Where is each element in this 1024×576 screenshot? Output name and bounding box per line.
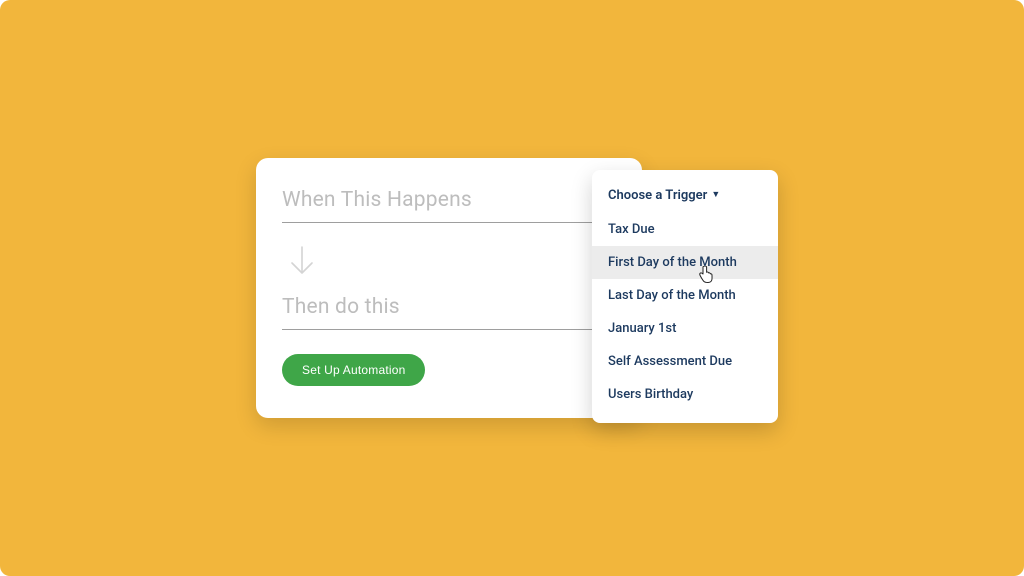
then-do-this-section[interactable]: Then do this bbox=[282, 295, 616, 330]
when-this-happens-section[interactable]: When This Happens bbox=[282, 188, 616, 223]
dropdown-item-last-day-of-month[interactable]: Last Day of the Month bbox=[592, 279, 778, 312]
dropdown-item-label: Self Assessment Due bbox=[608, 354, 732, 369]
dropdown-header-label: Choose a Trigger bbox=[608, 188, 707, 203]
dropdown-item-first-day-of-month[interactable]: First Day of the Month bbox=[592, 246, 778, 279]
arrow-down-icon bbox=[282, 245, 616, 277]
then-label: Then do this bbox=[282, 295, 616, 319]
dropdown-item-tax-due[interactable]: Tax Due bbox=[592, 213, 778, 246]
caret-down-icon: ▼ bbox=[711, 191, 720, 200]
set-up-automation-button[interactable]: Set Up Automation bbox=[282, 354, 425, 386]
dropdown-item-users-birthday[interactable]: Users Birthday bbox=[592, 378, 778, 411]
dropdown-item-label: Tax Due bbox=[608, 222, 655, 237]
dropdown-item-self-assessment-due[interactable]: Self Assessment Due bbox=[592, 345, 778, 378]
dropdown-item-label: Last Day of the Month bbox=[608, 288, 736, 303]
automation-card: When This Happens Then do this Set Up Au… bbox=[256, 158, 642, 418]
dropdown-item-label: Users Birthday bbox=[608, 387, 693, 402]
when-label: When This Happens bbox=[282, 188, 616, 212]
dropdown-item-january-1st[interactable]: January 1st bbox=[592, 312, 778, 345]
when-underline bbox=[282, 222, 616, 223]
trigger-dropdown: Choose a Trigger ▼ Tax Due First Day of … bbox=[592, 170, 778, 423]
dropdown-item-label: January 1st bbox=[608, 321, 676, 336]
dropdown-header[interactable]: Choose a Trigger ▼ bbox=[592, 184, 778, 213]
dropdown-item-label: First Day of the Month bbox=[608, 255, 737, 270]
canvas-background: When This Happens Then do this Set Up Au… bbox=[0, 0, 1024, 576]
then-underline bbox=[282, 329, 616, 330]
